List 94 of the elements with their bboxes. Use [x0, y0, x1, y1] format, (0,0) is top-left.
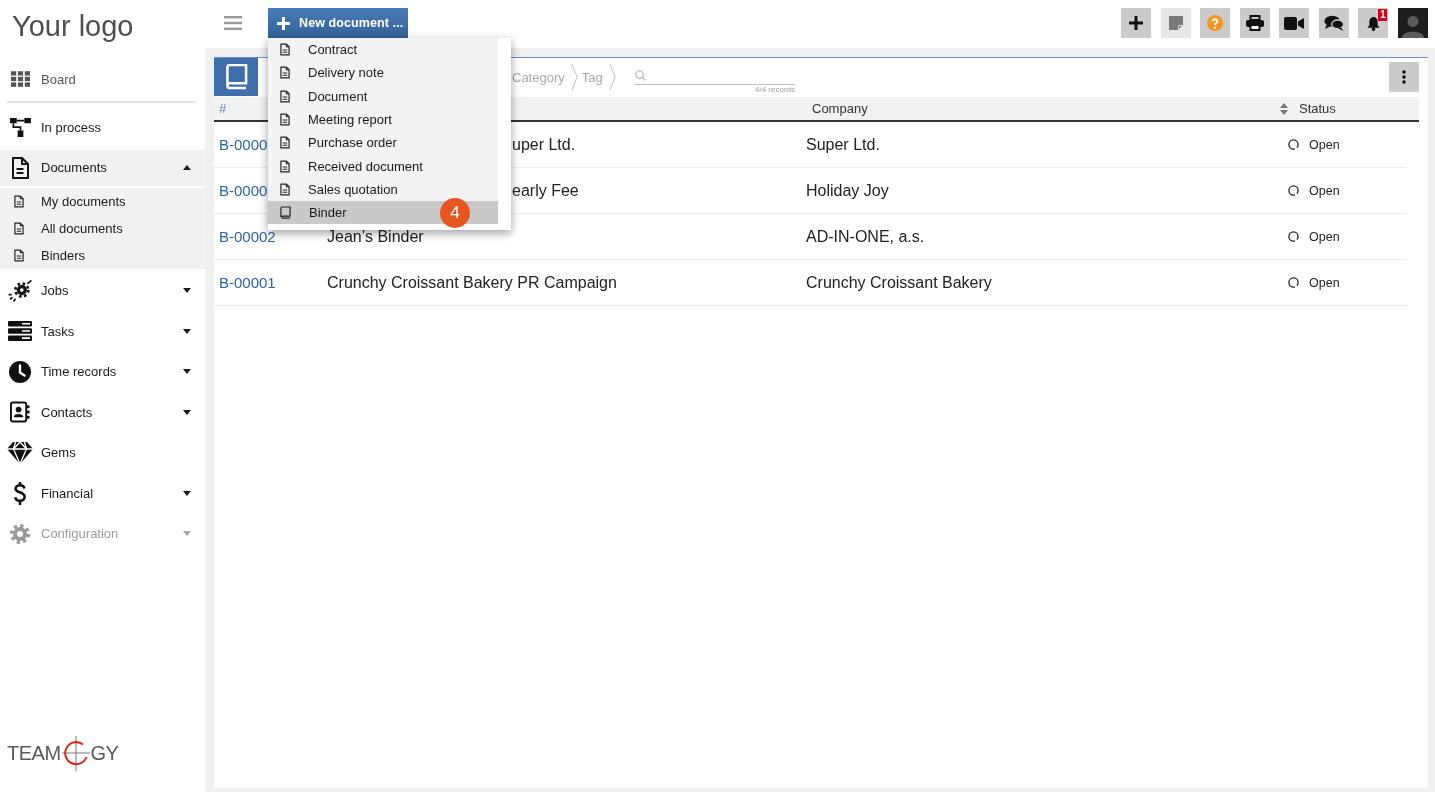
step-badge: 4: [440, 198, 470, 229]
new-document-button[interactable]: New document ...: [268, 8, 408, 38]
menu-item[interactable]: Purchase order: [268, 131, 498, 155]
grid-icon: [10, 71, 30, 87]
plus-icon: [1129, 16, 1144, 30]
video-button[interactable]: [1279, 8, 1310, 38]
nav-item[interactable]: Jobs: [0, 270, 205, 311]
logo-text: TEAM: [7, 741, 61, 765]
table-cell: Crunchy Croissant Bakery: [806, 273, 992, 292]
column-header: #: [219, 101, 227, 116]
status-ring-icon: [1288, 231, 1299, 242]
document-icon: [280, 159, 290, 173]
document-icon: [280, 113, 290, 127]
chevron-icon: [608, 62, 616, 92]
nav-item[interactable]: In process: [0, 107, 205, 148]
gear-icon: [9, 522, 31, 545]
chat-bubbles-icon: [1323, 15, 1344, 31]
document-icon: [280, 66, 290, 80]
logo-text: GY: [90, 741, 119, 765]
add-button[interactable]: [1121, 8, 1152, 38]
help-icon: [1207, 15, 1224, 31]
status-ring-icon: [1288, 277, 1299, 288]
notifications-button[interactable]: 1: [1358, 8, 1389, 38]
chevron-icon: [570, 62, 578, 92]
address-book-icon: [10, 401, 30, 424]
gear-icon: [8, 279, 32, 302]
status-text: Open: [1309, 275, 1340, 290]
table-cell: AD-IN-ONE, a.s.: [806, 227, 925, 246]
table-cell: early Fee: [512, 181, 579, 200]
document-icon: [14, 221, 24, 235]
nav-item[interactable]: Tasks: [0, 311, 205, 352]
column-header: Status: [1299, 101, 1336, 116]
status-ring-icon: [1288, 185, 1299, 196]
crosshair-icon: [60, 734, 91, 772]
document-icon: [280, 89, 290, 103]
document-number-link[interactable]: B-0000: [219, 182, 268, 199]
table-cell: uper Ltd.: [512, 135, 576, 154]
kebab-icon: [1402, 70, 1406, 84]
print-button[interactable]: [1239, 8, 1270, 38]
nav-item[interactable]: Documents: [0, 149, 205, 186]
menu-item[interactable]: Binder 4: [268, 201, 498, 225]
document-icon: [14, 194, 24, 208]
column-header: Company: [812, 101, 868, 116]
search-field[interactable]: [635, 67, 795, 85]
more-options-button[interactable]: [1389, 62, 1419, 92]
logo-text: Your logo: [11, 9, 134, 44]
nav-subitem[interactable]: My documents: [0, 187, 205, 215]
plus-icon: [277, 16, 290, 30]
search-icon: [635, 70, 646, 81]
nav-item[interactable]: Contacts: [0, 392, 205, 433]
status-text: Open: [1309, 183, 1340, 198]
menu-item[interactable]: Contract: [268, 38, 498, 62]
clock-icon: [9, 360, 31, 383]
list-bars-icon: [8, 321, 32, 342]
document-number-link[interactable]: B-00002: [219, 228, 276, 245]
flowchart-icon: [9, 117, 31, 137]
menu-item[interactable]: Received document: [268, 154, 498, 178]
record-count: 4/4 records: [754, 85, 795, 95]
table-cell: Jean’s Binder: [327, 227, 424, 246]
menu-item[interactable]: Meeting report: [268, 107, 498, 132]
bell-icon: [1366, 15, 1380, 31]
book-icon: [224, 64, 248, 90]
table-cell: Super Ltd.: [806, 135, 880, 154]
nav-item[interactable]: Gems: [0, 432, 205, 473]
document-icon: [280, 182, 290, 196]
document-icon: [14, 248, 24, 262]
dollar-icon: [13, 480, 27, 506]
document-number-link[interactable]: B-0000: [219, 136, 268, 153]
table-cell: Holiday Joy: [806, 181, 889, 200]
status-text: Open: [1309, 229, 1340, 244]
chat-button[interactable]: [1318, 8, 1349, 38]
menu-item[interactable]: Delivery note: [268, 61, 498, 85]
user-avatar[interactable]: [1398, 8, 1428, 38]
video-camera-icon: [1284, 16, 1305, 30]
nav-subitem[interactable]: Binders: [0, 241, 205, 269]
sticky-note-icon: [1168, 16, 1183, 30]
notification-badge: 1: [1378, 9, 1388, 21]
status-ring-icon: [1288, 139, 1299, 150]
document-icon: [280, 136, 290, 150]
nav-item[interactable]: Time records: [0, 351, 205, 392]
person-silhouette-icon: [1402, 15, 1424, 38]
nav-subitem[interactable]: All documents: [0, 214, 205, 242]
menu-item[interactable]: Document: [268, 84, 498, 108]
menu-icon[interactable]: [224, 16, 242, 30]
book-icon: [280, 206, 291, 220]
status-text: Open: [1309, 137, 1340, 152]
nav-item[interactable]: Financial: [0, 473, 205, 514]
table-cell: Crunchy Croissant Bakery PR Campaign: [327, 273, 617, 292]
document-icon: [280, 43, 290, 57]
document-number-link[interactable]: B-00001: [219, 274, 276, 291]
nav-item[interactable]: Board: [0, 59, 205, 99]
printer-icon: [1245, 15, 1264, 31]
diamond-icon: [7, 441, 33, 464]
document-icon: [11, 156, 29, 179]
